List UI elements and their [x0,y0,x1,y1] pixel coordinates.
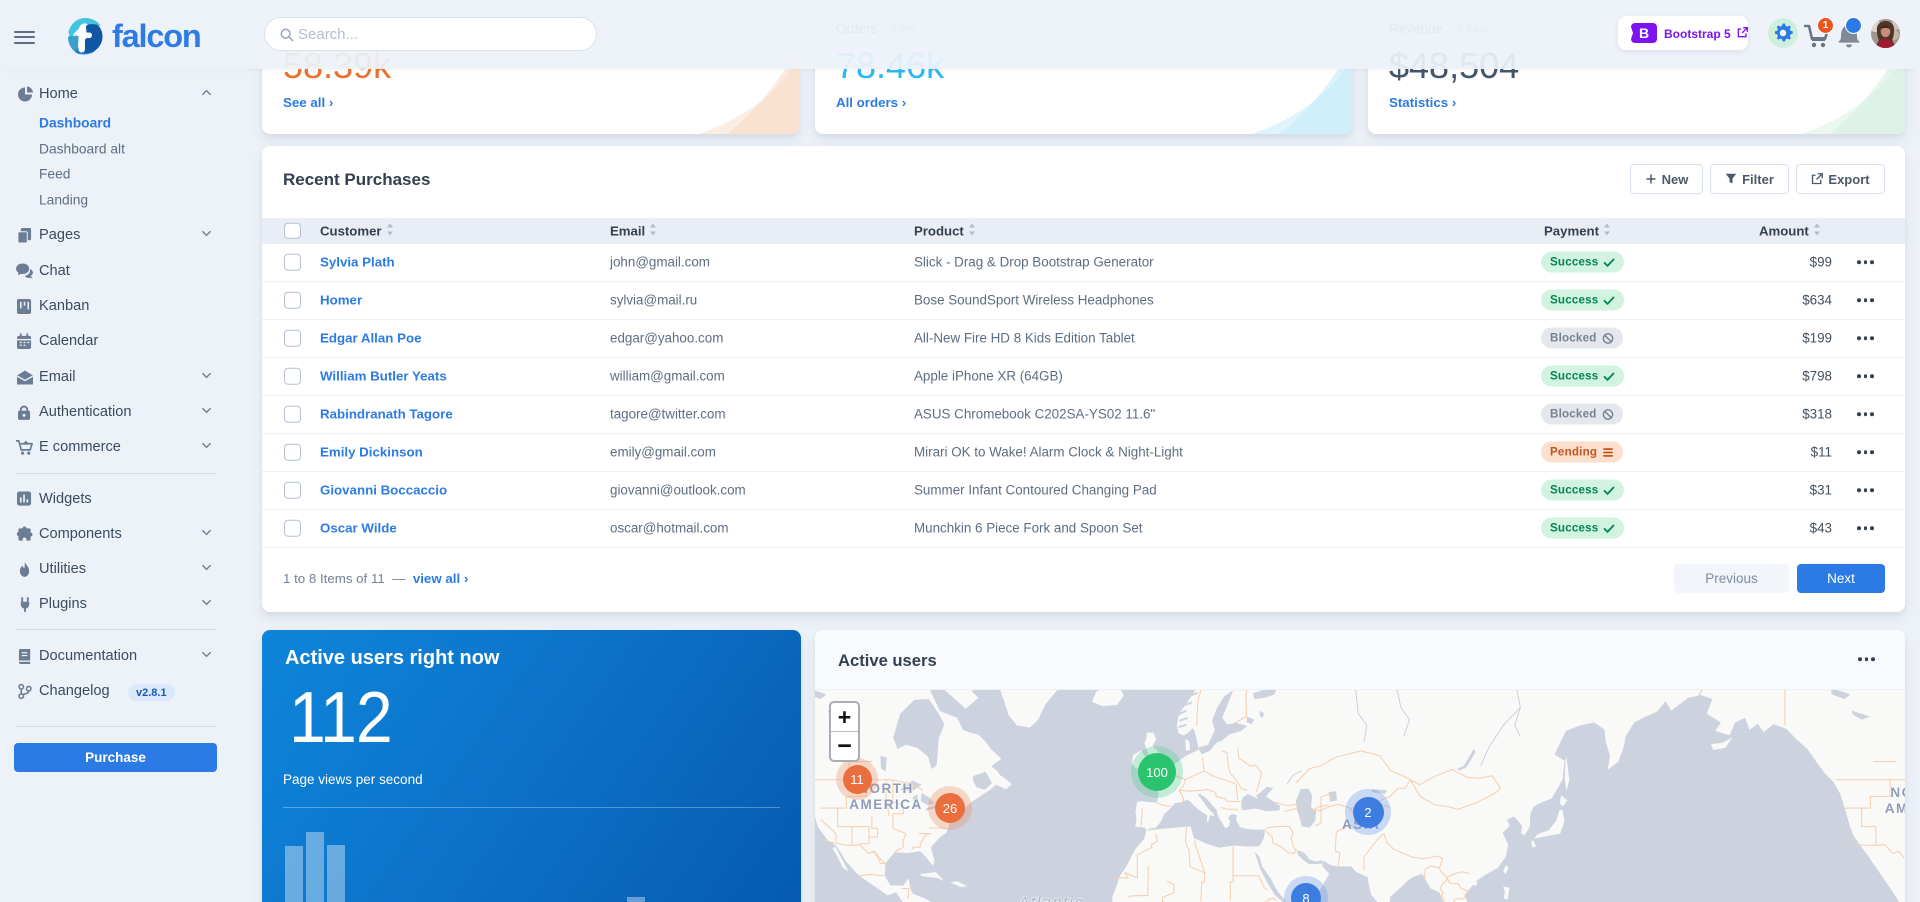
svg-text:B: B [1639,25,1649,41]
